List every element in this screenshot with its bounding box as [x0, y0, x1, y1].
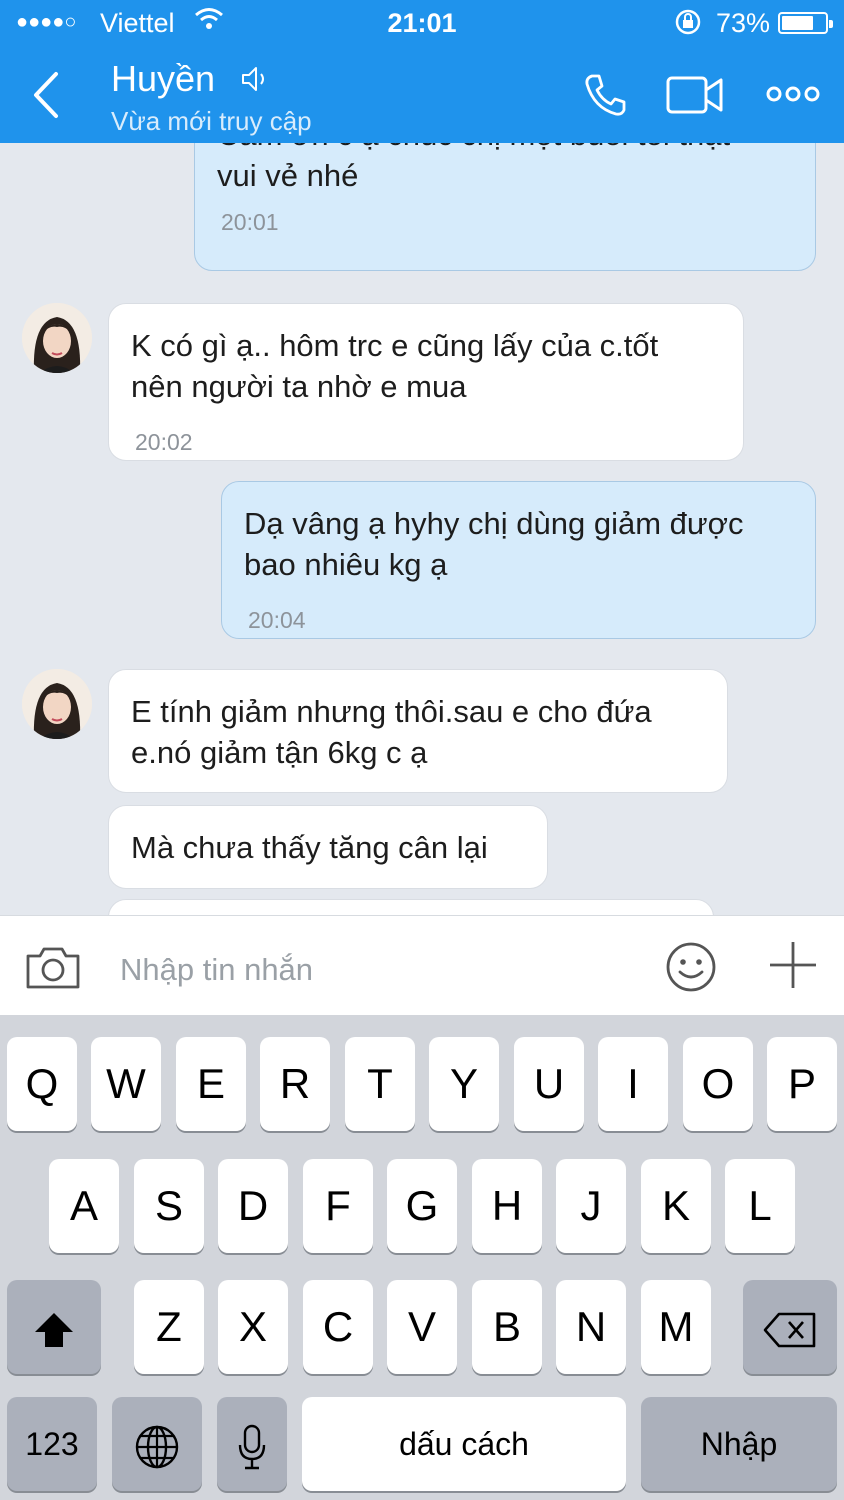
rotation-lock-icon [675, 9, 701, 35]
key-n[interactable]: N [556, 1280, 626, 1374]
key-k[interactable]: K [641, 1159, 711, 1253]
battery-percent: 73% [716, 8, 771, 38]
dictation-key[interactable] [217, 1397, 287, 1491]
message-text: K có gì ạ.. hôm trc e cũng lấy của c.tốt… [131, 328, 659, 404]
contact-status: Vừa mới truy cập [111, 106, 312, 136]
avatar[interactable] [22, 669, 92, 739]
key-p[interactable]: P [767, 1037, 837, 1131]
backspace-icon [763, 1312, 816, 1348]
key-c[interactable]: C [303, 1280, 373, 1374]
message-text: Dạ vâng ạ hyhy chị dùng giảm được bao nh… [244, 506, 744, 582]
shift-key[interactable] [7, 1280, 101, 1374]
key-v[interactable]: V [387, 1280, 457, 1374]
microphone-icon [238, 1424, 266, 1470]
numbers-key[interactable]: 123 [7, 1397, 97, 1491]
shift-icon [35, 1312, 73, 1347]
avatar[interactable] [22, 303, 92, 373]
key-t[interactable]: T [345, 1037, 415, 1131]
key-a[interactable]: A [49, 1159, 119, 1253]
battery-fill [782, 16, 813, 30]
globe-icon [135, 1425, 179, 1469]
message-time: 20:02 [135, 429, 193, 455]
key-r[interactable]: R [260, 1037, 330, 1131]
message-list[interactable]: Cám ơn c ạ chúc chị một buổi tối thật vu… [0, 143, 844, 915]
speaker-icon [242, 67, 264, 91]
message-bubble-outgoing[interactable]: Cám ơn c ạ chúc chị một buổi tối thật vu… [194, 143, 816, 271]
key-b[interactable]: B [472, 1280, 542, 1374]
key-l[interactable]: L [725, 1159, 795, 1253]
space-key[interactable]: dấu cách [302, 1397, 626, 1491]
return-key[interactable]: Nhập [641, 1397, 837, 1491]
plus-icon[interactable] [768, 940, 818, 990]
message-bubble-incoming[interactable]: E tính giảm nhưng thôi.sau e cho đứa e.n… [108, 669, 728, 793]
camera-icon[interactable] [24, 946, 82, 990]
key-s[interactable]: S [134, 1159, 204, 1253]
avatar-image [22, 303, 92, 373]
key-m[interactable]: M [641, 1280, 711, 1374]
globe-key[interactable] [112, 1397, 202, 1491]
message-bubble-incoming[interactable] [108, 899, 714, 915]
message-input[interactable]: Nhập tin nhắn [120, 952, 313, 988]
battery-icon [778, 12, 833, 34]
key-d[interactable]: D [218, 1159, 288, 1253]
keyboard: Q W E R T Y U I O P A S D F G H J K L Z … [0, 1015, 844, 1500]
key-z[interactable]: Z [134, 1280, 204, 1374]
chat-header: ●●●●○ Viettel 21:01 73% Huyền Vừa mới tr… [0, 0, 844, 143]
message-bubble-incoming[interactable]: K có gì ạ.. hôm trc e cũng lấy của c.tốt… [108, 303, 744, 461]
key-i[interactable]: I [598, 1037, 668, 1131]
message-text: E tính giảm nhưng thôi.sau e cho đứa e.n… [131, 694, 652, 770]
key-o[interactable]: O [683, 1037, 753, 1131]
message-time: 20:04 [248, 607, 306, 633]
video-icon[interactable] [666, 74, 724, 116]
message-text: Mà chưa thấy tăng cân lại [131, 830, 488, 865]
key-x[interactable]: X [218, 1280, 288, 1374]
emoji-icon[interactable] [664, 940, 718, 994]
message-time: 20:01 [221, 209, 279, 235]
key-y[interactable]: Y [429, 1037, 499, 1131]
more-icon[interactable] [766, 84, 820, 104]
back-icon[interactable] [28, 70, 68, 120]
message-text: Cám ơn c ạ chúc chị một buổi tối thật vu… [217, 143, 730, 193]
key-u[interactable]: U [514, 1037, 584, 1131]
message-bubble-outgoing[interactable]: Dạ vâng ạ hyhy chị dùng giảm được bao nh… [221, 481, 816, 639]
key-e[interactable]: E [176, 1037, 246, 1131]
contact-name[interactable]: Huyền [111, 58, 215, 100]
key-w[interactable]: W [91, 1037, 161, 1131]
key-q[interactable]: Q [7, 1037, 77, 1131]
message-bubble-incoming[interactable]: Mà chưa thấy tăng cân lại [108, 805, 548, 889]
avatar-image [22, 669, 92, 739]
key-f[interactable]: F [303, 1159, 373, 1253]
status-bar: ●●●●○ Viettel 21:01 73% [0, 0, 844, 46]
key-j[interactable]: J [556, 1159, 626, 1253]
backspace-key[interactable] [743, 1280, 837, 1374]
phone-icon[interactable] [582, 72, 628, 118]
key-h[interactable]: H [472, 1159, 542, 1253]
key-g[interactable]: G [387, 1159, 457, 1253]
